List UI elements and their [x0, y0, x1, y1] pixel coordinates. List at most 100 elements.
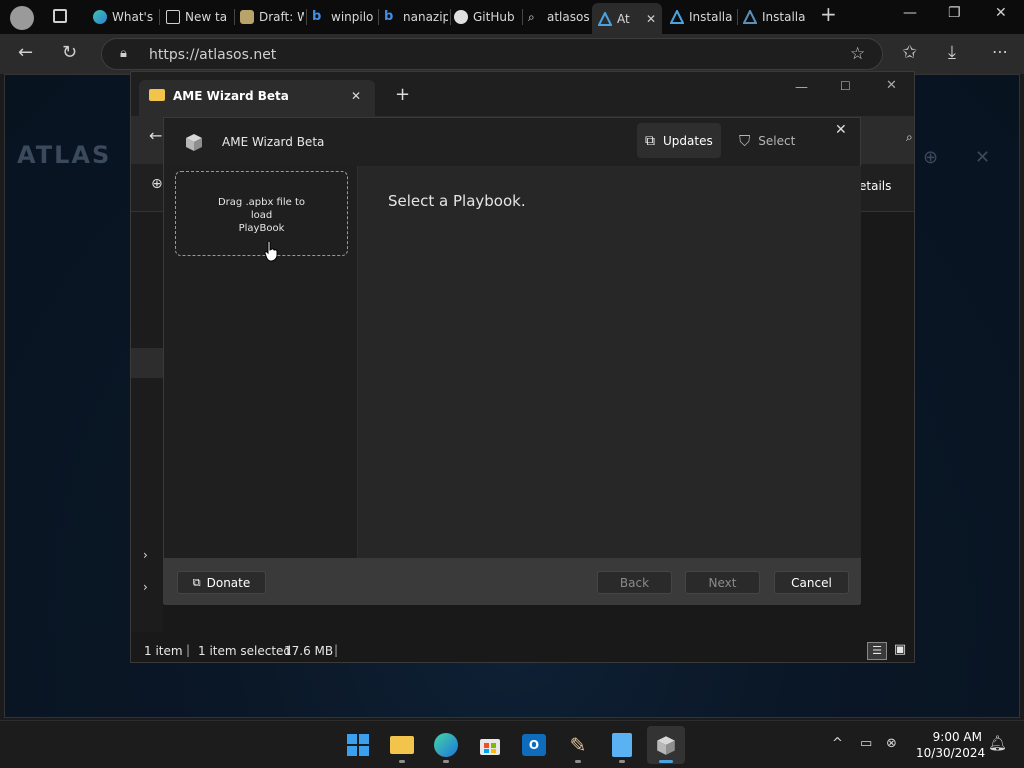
dialog-sidebar: Drag .apbx file to load PlayBook [164, 166, 358, 558]
favorites-icon[interactable]: ✩ [902, 42, 917, 63]
clock-date: 10/30/2024 [916, 746, 986, 760]
refresh-icon[interactable]: ↻ [62, 42, 77, 63]
lock-icon[interactable]: 🔒︎ [120, 46, 127, 61]
file-explorer-taskbar-button[interactable] [383, 726, 421, 764]
updates-label: Updates [663, 133, 713, 148]
store-icon [480, 739, 500, 755]
hand-cursor-icon [264, 240, 278, 262]
details-button[interactable]: etails [859, 179, 891, 193]
cancel-button[interactable]: Cancel [774, 571, 849, 594]
playbook-drop-zone[interactable]: Drag .apbx file to load PlayBook [175, 171, 348, 256]
tab-whats-new[interactable]: What's [93, 6, 155, 28]
profile-avatar-icon[interactable] [10, 6, 34, 30]
tab-draft[interactable]: Draft: W [240, 6, 304, 28]
tab-label: winpilo [331, 10, 374, 24]
url-text[interactable]: https://atlasos.net [149, 47, 276, 63]
tab-atlasos-search[interactable]: ⌕ atlasos [528, 6, 590, 28]
tab-label: Draft: W [259, 10, 304, 24]
tab-new-tab[interactable]: New ta [166, 6, 230, 28]
back-arrow-icon[interactable]: ← [18, 42, 33, 63]
bing-icon: b [312, 9, 322, 24]
tab-installation-2[interactable]: Installa [743, 6, 807, 28]
back-arrow-icon[interactable]: ← [149, 126, 162, 145]
dialog-main-panel: Select a Playbook. [358, 166, 861, 558]
bing-icon: b [384, 9, 394, 24]
close-window-icon[interactable]: ✕ [886, 78, 897, 93]
paint-icon: ✎ [569, 733, 587, 757]
new-tab-plus-icon[interactable]: + [820, 2, 837, 26]
page-menu-icon: ⊕ [923, 147, 939, 168]
more-menu-icon[interactable]: ⋯ [992, 42, 1008, 61]
external-link-icon: ⧉ [192, 575, 201, 589]
edge-taskbar-button[interactable] [427, 726, 465, 764]
restore-icon[interactable]: ❐ [948, 5, 961, 21]
tab-label: At [617, 11, 630, 26]
folder-icon [149, 89, 165, 101]
close-dialog-icon[interactable]: ✕ [835, 122, 847, 138]
tab-github[interactable]: GitHub [454, 6, 520, 28]
large-icons-view-icon[interactable]: ▣ [891, 642, 909, 660]
new-item-icon[interactable]: ⊕ [151, 176, 163, 192]
tab-atlas-active[interactable]: At ✕ [592, 3, 662, 34]
tab-label: Installa [762, 10, 806, 24]
close-tab-icon[interactable]: ✕ [351, 89, 361, 103]
outlook-taskbar-button[interactable]: O [515, 726, 553, 764]
maximize-icon[interactable]: ☐ [840, 79, 851, 93]
outlook-icon: O [522, 734, 546, 756]
updates-icon: ⧉ [645, 132, 655, 149]
display-icon[interactable]: ▭ [860, 736, 872, 751]
status-selected: 1 item selected [198, 644, 292, 658]
close-window-icon[interactable]: ✕ [995, 5, 1007, 21]
ame-wizard-dialog: AME Wizard Beta ⧉ Updates ⛉ Select ✕ Dra… [163, 117, 861, 605]
chevron-right-icon[interactable]: › [143, 548, 148, 562]
minimize-icon[interactable]: — [903, 5, 917, 21]
tab-actions-icon[interactable] [53, 9, 67, 23]
close-tab-icon[interactable]: ✕ [646, 12, 656, 26]
show-hidden-icons-chevron-icon[interactable]: ^ [832, 736, 843, 751]
select-label: Select [758, 133, 796, 148]
tab-label: atlasos [547, 10, 590, 24]
dropzone-line-3: PlayBook [238, 223, 285, 234]
select-button[interactable]: ⛉ Select [731, 123, 803, 158]
browser-tab-bar: What's New ta Draft: W b winpilo b nanaz… [0, 0, 1024, 34]
start-button[interactable] [339, 726, 377, 764]
notepad-icon [612, 733, 632, 757]
search-icon[interactable]: ⌕ [906, 130, 913, 145]
tab-label: GitHub [473, 10, 515, 24]
status-item-count: 1 item [144, 644, 183, 658]
minimize-icon[interactable]: — [795, 80, 808, 95]
explorer-tab-strip: AME Wizard Beta ✕ + — ☐ ✕ [131, 72, 914, 116]
favorite-star-icon[interactable]: ☆ [850, 44, 865, 64]
ame-cube-icon [657, 736, 675, 755]
notepad-taskbar-button[interactable] [603, 726, 641, 764]
tab-installation-1[interactable]: Installa [670, 6, 734, 28]
ame-wizard-taskbar-button[interactable] [647, 726, 685, 764]
paint-taskbar-button[interactable]: ✎ [559, 726, 597, 764]
notification-bell-icon[interactable]: 🔔︎ [988, 734, 1007, 752]
nav-pane-selected-item[interactable] [131, 348, 163, 378]
atlas-icon [743, 8, 758, 24]
donate-button[interactable]: ⧉ Donate [177, 571, 266, 594]
windows-logo-icon [347, 734, 369, 756]
explorer-tab[interactable]: AME Wizard Beta ✕ [139, 80, 375, 116]
edge-icon [434, 733, 458, 757]
status-divider: | [186, 643, 191, 657]
tab-nanazip[interactable]: b nanazip [384, 6, 448, 28]
next-button[interactable]: Next [685, 571, 760, 594]
chevron-right-icon[interactable]: › [143, 580, 148, 594]
search-icon: ⌕ [528, 10, 535, 24]
back-button[interactable]: Back [597, 571, 672, 594]
store-taskbar-button[interactable] [471, 726, 509, 764]
updates-button[interactable]: ⧉ Updates [637, 123, 721, 158]
new-tab-plus-icon[interactable]: + [395, 84, 410, 105]
tab-winpilot[interactable]: b winpilo [312, 6, 376, 28]
network-icon[interactable]: ⊗ [886, 736, 897, 751]
atlas-icon [670, 8, 685, 24]
dialog-title: AME Wizard Beta [222, 135, 325, 149]
system-clock[interactable]: 9:00 AM 10/30/2024 [916, 729, 986, 761]
explorer-status-bar: 1 item | 1 item selected 17.6 MB | ☰ ▣ [131, 640, 914, 664]
details-view-icon[interactable]: ☰ [867, 642, 887, 660]
downloads-icon[interactable]: ⤓ [948, 42, 956, 63]
status-size: 17.6 MB [284, 644, 334, 658]
url-box[interactable]: 🔒︎ https://atlasos.net ☆ [101, 38, 883, 70]
